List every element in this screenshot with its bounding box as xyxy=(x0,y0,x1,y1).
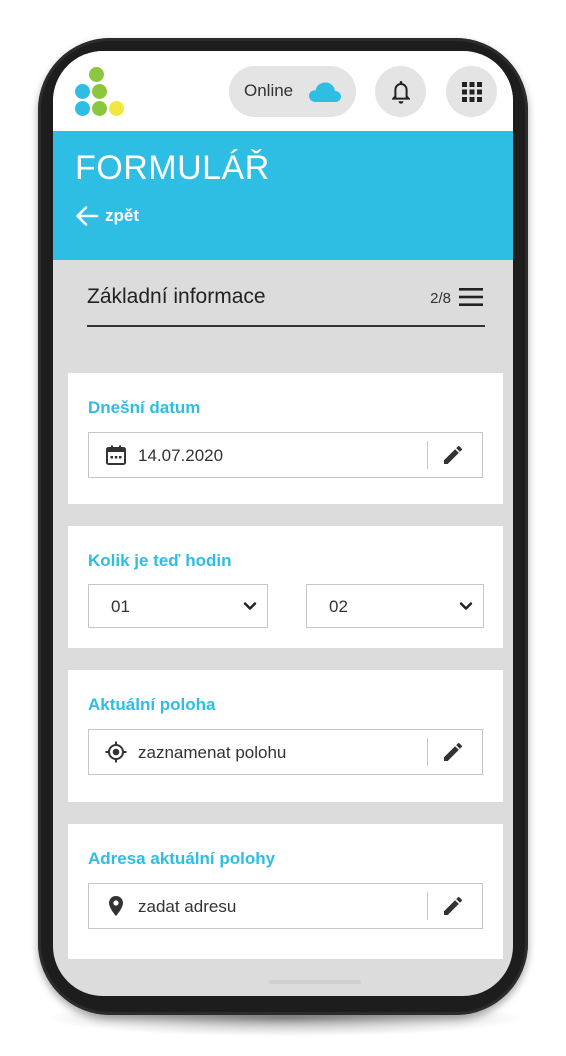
field-divider xyxy=(427,892,428,920)
chevron-down-icon xyxy=(459,602,473,610)
page-title: FORMULÁŘ xyxy=(75,149,270,187)
section-title: Základní informace xyxy=(87,285,266,308)
back-link[interactable]: zpět xyxy=(75,205,139,227)
logo-dot xyxy=(92,101,107,116)
online-status-button[interactable]: Online xyxy=(229,66,356,117)
logo-dot xyxy=(89,67,104,82)
hour-value: 01 xyxy=(111,597,130,616)
home-indicator xyxy=(269,980,361,984)
top-bar: Online xyxy=(53,51,513,131)
field-divider xyxy=(427,738,428,766)
hour-select[interactable]: 01 xyxy=(88,584,268,628)
date-value: 14.07.2020 xyxy=(138,446,224,465)
section-progress: 2/8 xyxy=(430,290,451,307)
online-status-label: Online xyxy=(244,81,294,100)
apps-menu-button[interactable] xyxy=(446,66,497,117)
app-logo[interactable] xyxy=(75,67,131,119)
date-label: Dnešní datum xyxy=(88,398,201,417)
logo-dot xyxy=(92,84,107,99)
cloud-icon xyxy=(309,82,341,102)
apps-grid-icon xyxy=(461,81,482,102)
logo-dot xyxy=(109,101,124,116)
location-field[interactable]: zaznamenat polohu xyxy=(88,729,483,775)
map-pin-icon xyxy=(109,896,123,916)
crosshair-icon xyxy=(105,741,127,763)
hamburger-icon[interactable] xyxy=(459,288,483,306)
date-card: Dnešní datum 14.07.2020 xyxy=(68,373,503,504)
pencil-icon[interactable] xyxy=(441,894,465,918)
logo-dot xyxy=(75,84,90,99)
bell-icon xyxy=(391,80,410,104)
minute-value: 02 xyxy=(329,597,348,616)
minute-select[interactable]: 02 xyxy=(306,584,484,628)
notifications-button[interactable] xyxy=(375,66,426,117)
back-label: zpět xyxy=(105,206,139,225)
location-value: zaznamenat polohu xyxy=(138,743,287,762)
field-divider xyxy=(427,441,428,469)
date-field[interactable]: 14.07.2020 xyxy=(88,432,483,478)
location-card: Aktuální poloha zaznamenat polohu xyxy=(68,670,503,802)
address-field[interactable]: zadat adresu xyxy=(88,883,483,929)
address-value: zadat adresu xyxy=(138,897,237,916)
location-label: Aktuální poloha xyxy=(88,695,216,714)
pencil-icon[interactable] xyxy=(441,443,465,467)
pencil-icon[interactable] xyxy=(441,740,465,764)
address-card: Adresa aktuální polohy zadat adresu xyxy=(68,824,503,959)
form-header: FORMULÁŘ zpět xyxy=(53,131,513,260)
chevron-down-icon xyxy=(243,602,257,610)
calendar-icon xyxy=(106,445,126,465)
section-header: Základní informace 2/8 xyxy=(87,279,485,327)
app-screen: Online FORMULÁŘ zpět Základní informace … xyxy=(53,51,513,996)
time-card: Kolik je teď hodin 01 02 xyxy=(68,526,503,648)
address-label: Adresa aktuální polohy xyxy=(88,849,276,868)
arrow-left-icon xyxy=(76,206,99,226)
time-label: Kolik je teď hodin xyxy=(88,551,232,570)
logo-dot xyxy=(75,101,90,116)
